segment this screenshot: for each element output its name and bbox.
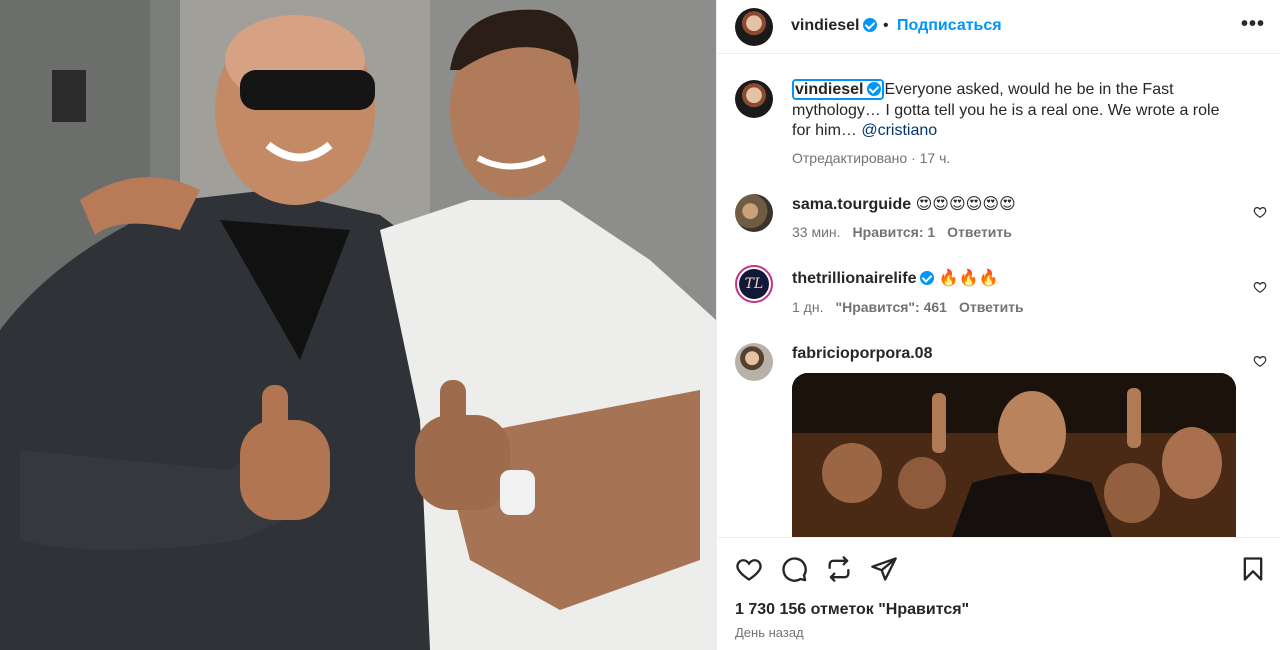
comment-text: thetrillionairelife 🔥🔥🔥 xyxy=(792,269,1242,290)
comment-meta: 1 дн. "Нравится": 461 Ответить xyxy=(792,299,1024,315)
post-photo xyxy=(0,0,716,650)
caption-username[interactable]: vindiesel xyxy=(792,79,885,100)
comment-body: 🔥🔥🔥 xyxy=(938,270,999,287)
comment-text: sama.tourguide 😍😍😍😍😍😍 xyxy=(792,195,1242,216)
comment-icon[interactable] xyxy=(780,555,808,583)
verified-badge-icon xyxy=(920,271,935,285)
comment-likes[interactable]: Нравится: 1 xyxy=(853,224,936,240)
caption-text: vindiesel Everyone asked, would he be in … xyxy=(792,79,1242,142)
follow-button[interactable]: Подписаться xyxy=(897,17,1002,35)
comment-like-heart-icon[interactable] xyxy=(1253,280,1267,294)
trillionaire-avatar-text: TL xyxy=(739,269,769,299)
fabricio-avatar[interactable] xyxy=(735,343,773,381)
comment-meta: 33 мин. Нравится: 1 Ответить xyxy=(792,224,1012,240)
more-options-icon[interactable]: ••• xyxy=(1241,13,1265,36)
verified-badge-icon xyxy=(863,18,878,32)
comment-username[interactable]: thetrillionairelife xyxy=(792,270,935,287)
comment-username[interactable]: fabricioporpora.08 xyxy=(792,345,932,362)
heart-icon[interactable] xyxy=(735,555,763,583)
comment-gif-image xyxy=(792,373,1236,537)
repost-icon[interactable] xyxy=(825,555,853,583)
comment-body: 😍😍😍😍😍😍 xyxy=(915,196,1016,213)
owner-username[interactable]: vindiesel xyxy=(791,17,878,35)
comment-like-heart-icon[interactable] xyxy=(1253,354,1267,368)
comment-time: 33 мин. xyxy=(792,224,841,240)
reply-button[interactable]: Ответить xyxy=(947,224,1012,240)
comment-like-heart-icon[interactable] xyxy=(1253,205,1267,219)
likes-count[interactable]: 1 730 156 отметок "Нравится" xyxy=(735,601,969,619)
trillionaire-avatar[interactable]: TL xyxy=(735,265,773,303)
reply-button[interactable]: Ответить xyxy=(959,299,1024,315)
comment-gif[interactable] xyxy=(792,373,1236,537)
bookmark-icon[interactable] xyxy=(1239,555,1267,583)
post-actions: 1 730 156 отметок "Нравится" День назад xyxy=(717,537,1280,650)
mention-link[interactable]: @cristiano xyxy=(861,122,937,139)
post-photo-image xyxy=(0,0,716,650)
share-icon[interactable] xyxy=(870,555,898,583)
comment-likes[interactable]: "Нравится": 461 xyxy=(835,299,946,315)
post-date[interactable]: День назад xyxy=(735,625,804,640)
caption-avatar[interactable] xyxy=(735,80,773,118)
comment-username[interactable]: sama.tourguide xyxy=(792,196,911,213)
comment-text: fabricioporpora.08 xyxy=(792,344,1242,365)
header-separator: • xyxy=(883,17,889,34)
sama-avatar[interactable] xyxy=(735,194,773,232)
caption-meta: Отредактировано · 17 ч. xyxy=(792,150,951,166)
owner-avatar[interactable] xyxy=(735,8,773,46)
post-sidebar: vindiesel • Подписаться ••• vindiesel Eve… xyxy=(716,0,1280,650)
post-header: vindiesel • Подписаться ••• xyxy=(717,0,1280,54)
comment-time: 1 дн. xyxy=(792,299,824,315)
verified-badge-icon xyxy=(867,82,882,96)
